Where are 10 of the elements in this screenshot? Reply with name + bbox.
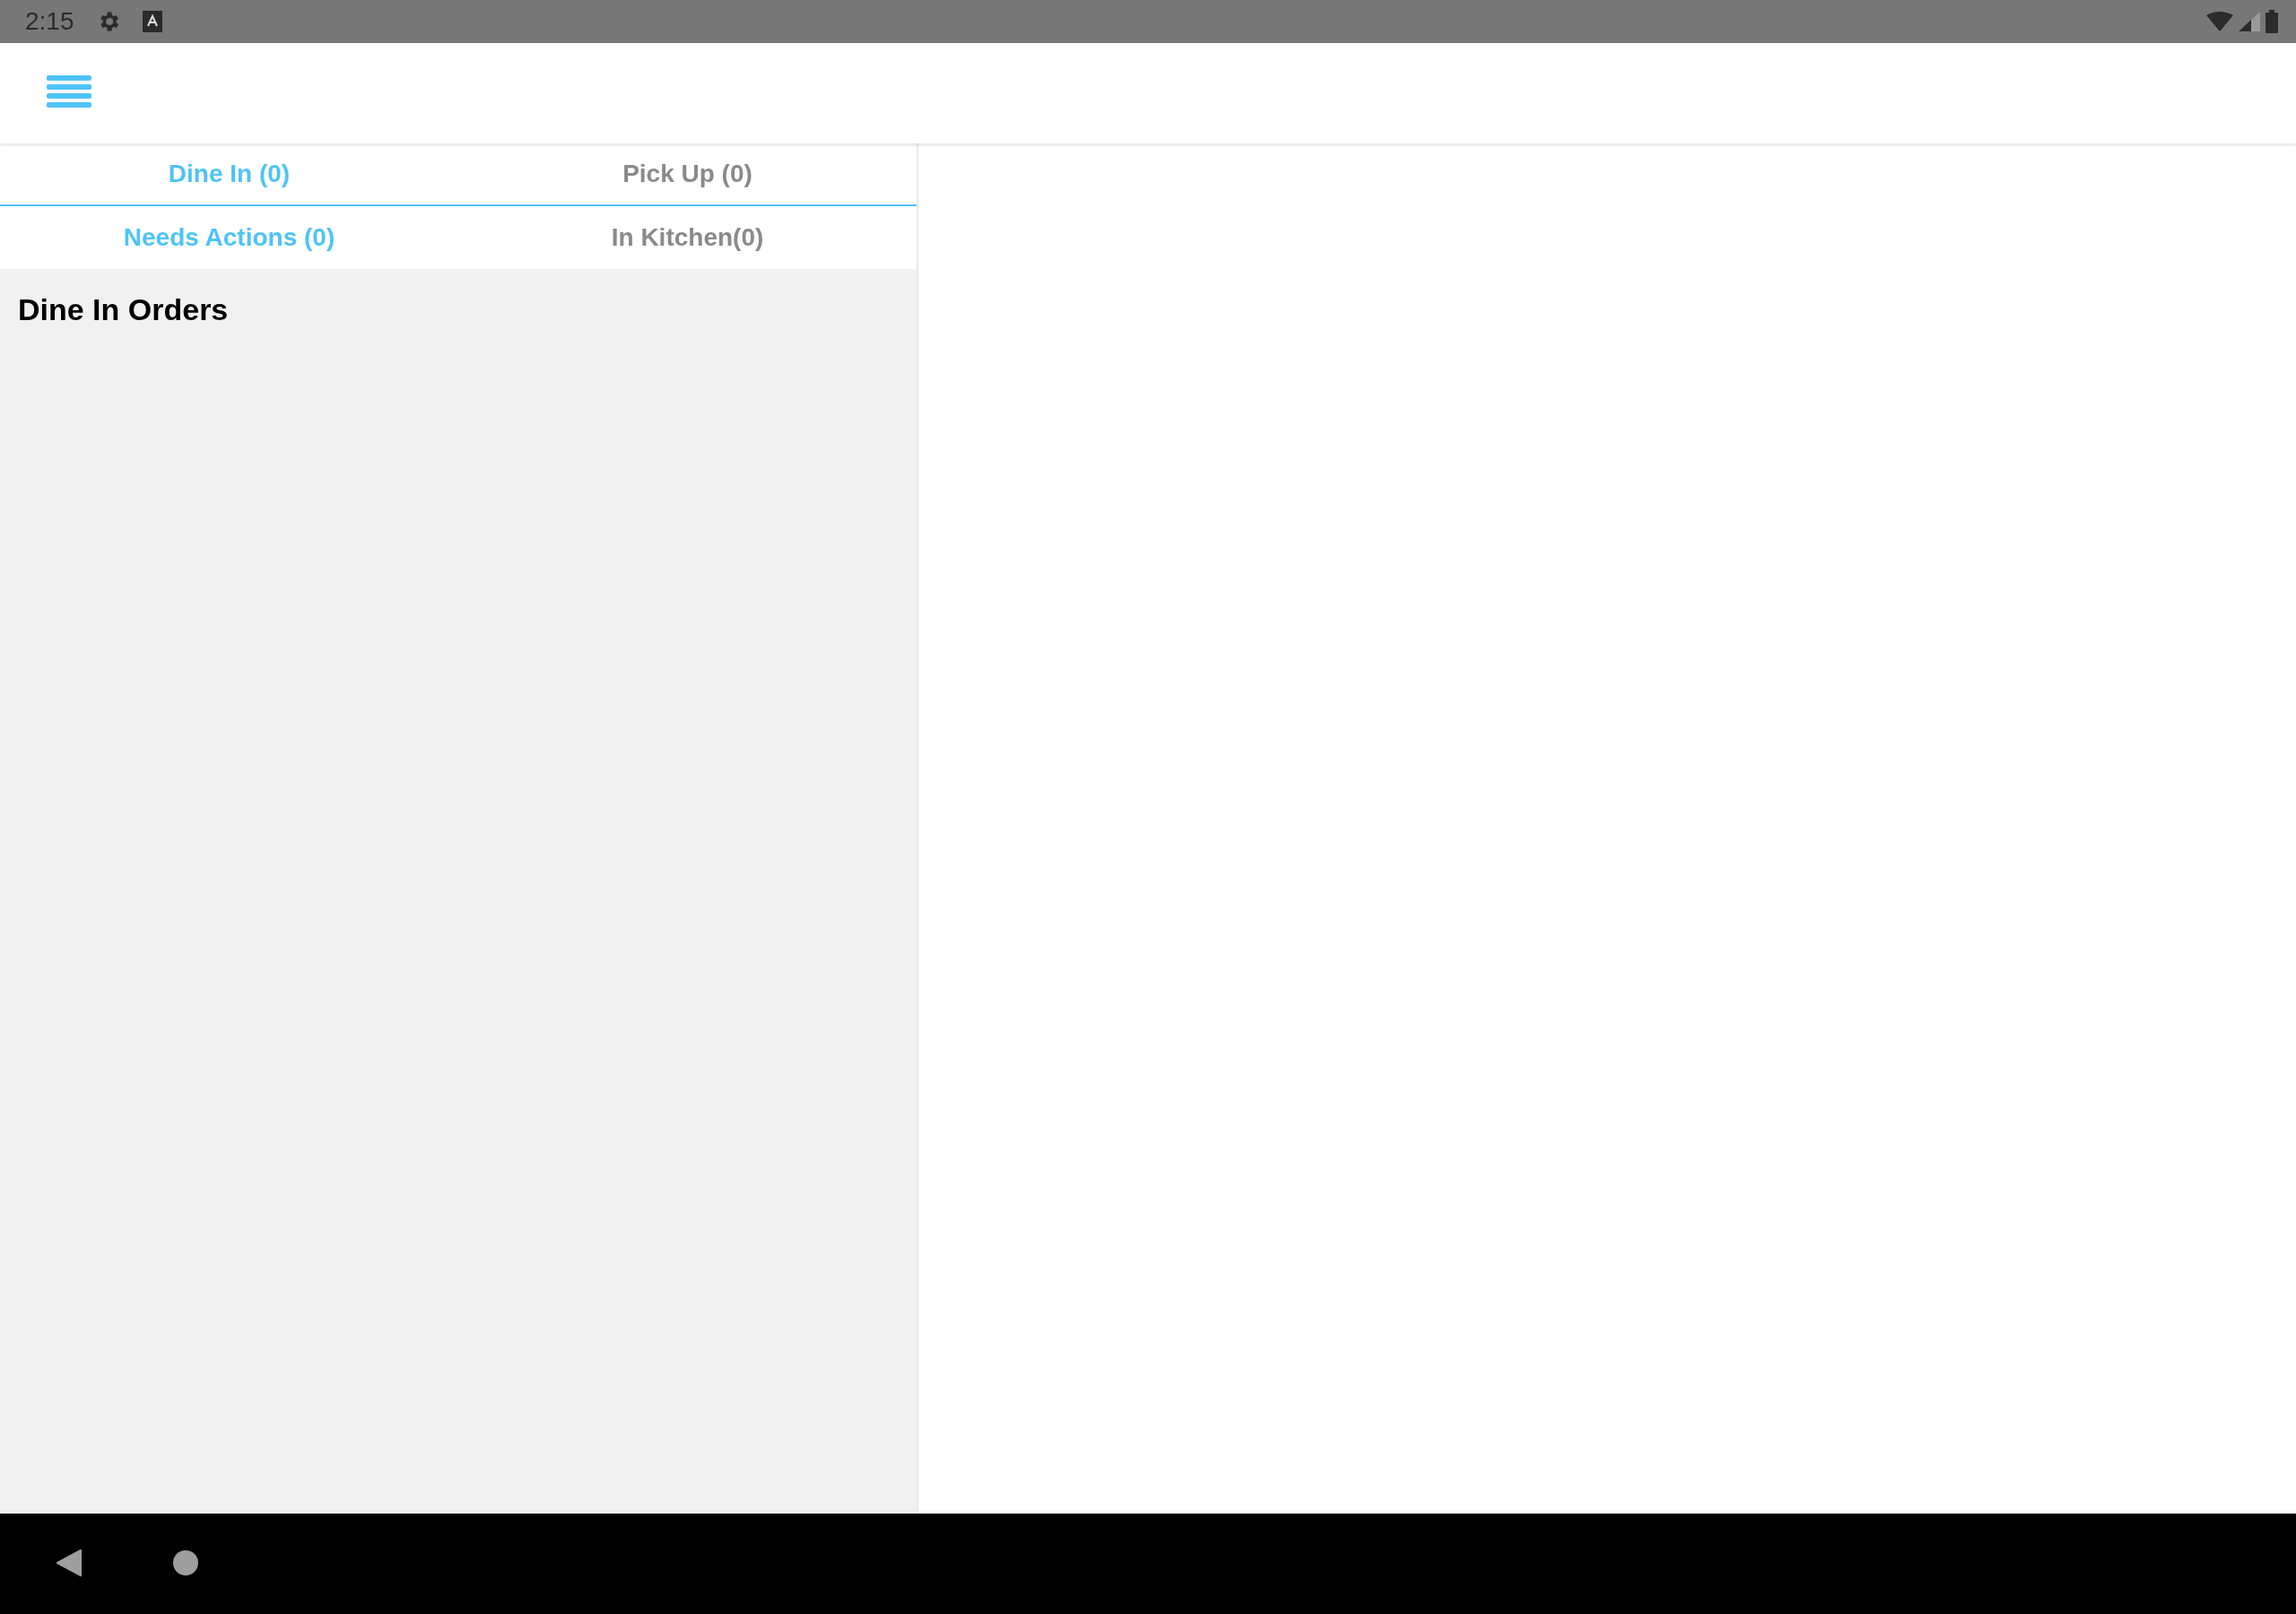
wifi-icon (2206, 12, 2233, 31)
status-time: 2:15 (25, 7, 74, 36)
signal-icon (2239, 12, 2260, 31)
tab[interactable]: In Kitchen(0) (458, 206, 917, 269)
tab[interactable]: Dine In (0) (0, 143, 458, 204)
list-title: Dine In Orders (18, 292, 230, 327)
keyboard-icon (142, 11, 162, 32)
battery-icon (2266, 10, 2278, 33)
tab[interactable]: Pick Up (0) (458, 143, 917, 204)
tab[interactable]: Needs Actions (0) (0, 206, 458, 269)
